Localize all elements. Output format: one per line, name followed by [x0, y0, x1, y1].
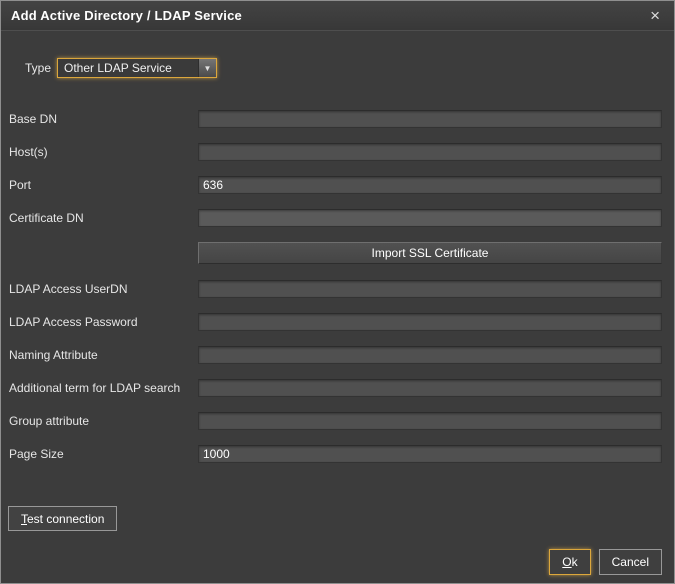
chevron-down-icon[interactable]: ▼ [198, 59, 216, 77]
ok-button[interactable]: Ok [549, 549, 590, 575]
form-row: Port [9, 176, 662, 194]
field-label: Group attribute [9, 414, 198, 428]
field-label: Certificate DN [9, 211, 198, 225]
field-label: Additional term for LDAP search [9, 381, 198, 395]
field-label: Page Size [9, 447, 198, 461]
accesskey-letter: O [562, 555, 571, 569]
field-label: Port [9, 178, 198, 192]
dialog-footer: Ok Cancel [549, 549, 662, 575]
type-dropdown-value: Other LDAP Service [58, 59, 198, 77]
import-ssl-certificate-button[interactable]: Import SSL Certificate [198, 242, 662, 264]
type-dropdown[interactable]: Other LDAP Service ▼ [57, 58, 217, 78]
form-row: LDAP Access UserDN [9, 280, 662, 298]
dialog-title: Add Active Directory / LDAP Service [11, 8, 242, 23]
form-row: Naming Attribute [9, 346, 662, 364]
base-dn-input[interactable] [198, 110, 662, 128]
form-row: Base DN [9, 110, 662, 128]
page-size-input[interactable] [198, 445, 662, 463]
certificate-dn-input[interactable] [198, 209, 662, 227]
cancel-button[interactable]: Cancel [599, 549, 662, 575]
additional-term-input[interactable] [198, 379, 662, 397]
type-label: Type [25, 61, 51, 75]
field-label: Base DN [9, 112, 198, 126]
type-row: Type Other LDAP Service ▼ [25, 58, 674, 78]
spacer [9, 242, 198, 264]
form-row: Host(s) [9, 143, 662, 161]
field-label: Naming Attribute [9, 348, 198, 362]
ldap-access-password-input[interactable] [198, 313, 662, 331]
form-row: Group attribute [9, 412, 662, 430]
field-label: LDAP Access UserDN [9, 282, 198, 296]
ldap-access-userdn-input[interactable] [198, 280, 662, 298]
import-ssl-row: Import SSL Certificate [9, 242, 662, 264]
form-row: Additional term for LDAP search [9, 379, 662, 397]
close-icon[interactable]: × [646, 5, 664, 26]
form-row: Certificate DN [9, 209, 662, 227]
add-ldap-dialog: Add Active Directory / LDAP Service × Ty… [0, 0, 675, 584]
port-input[interactable] [198, 176, 662, 194]
ldap-form: Base DN Host(s) Port Certificate DN Impo… [9, 110, 662, 463]
form-row: LDAP Access Password [9, 313, 662, 331]
group-attribute-input[interactable] [198, 412, 662, 430]
button-label-rest: est connection [27, 512, 104, 526]
test-connection-button[interactable]: Test connection [8, 506, 117, 531]
button-label-rest: k [572, 555, 578, 569]
hosts-input[interactable] [198, 143, 662, 161]
field-label: Host(s) [9, 145, 198, 159]
naming-attribute-input[interactable] [198, 346, 662, 364]
dialog-titlebar: Add Active Directory / LDAP Service × [1, 1, 674, 31]
field-label: LDAP Access Password [9, 315, 198, 329]
form-row: Page Size [9, 445, 662, 463]
